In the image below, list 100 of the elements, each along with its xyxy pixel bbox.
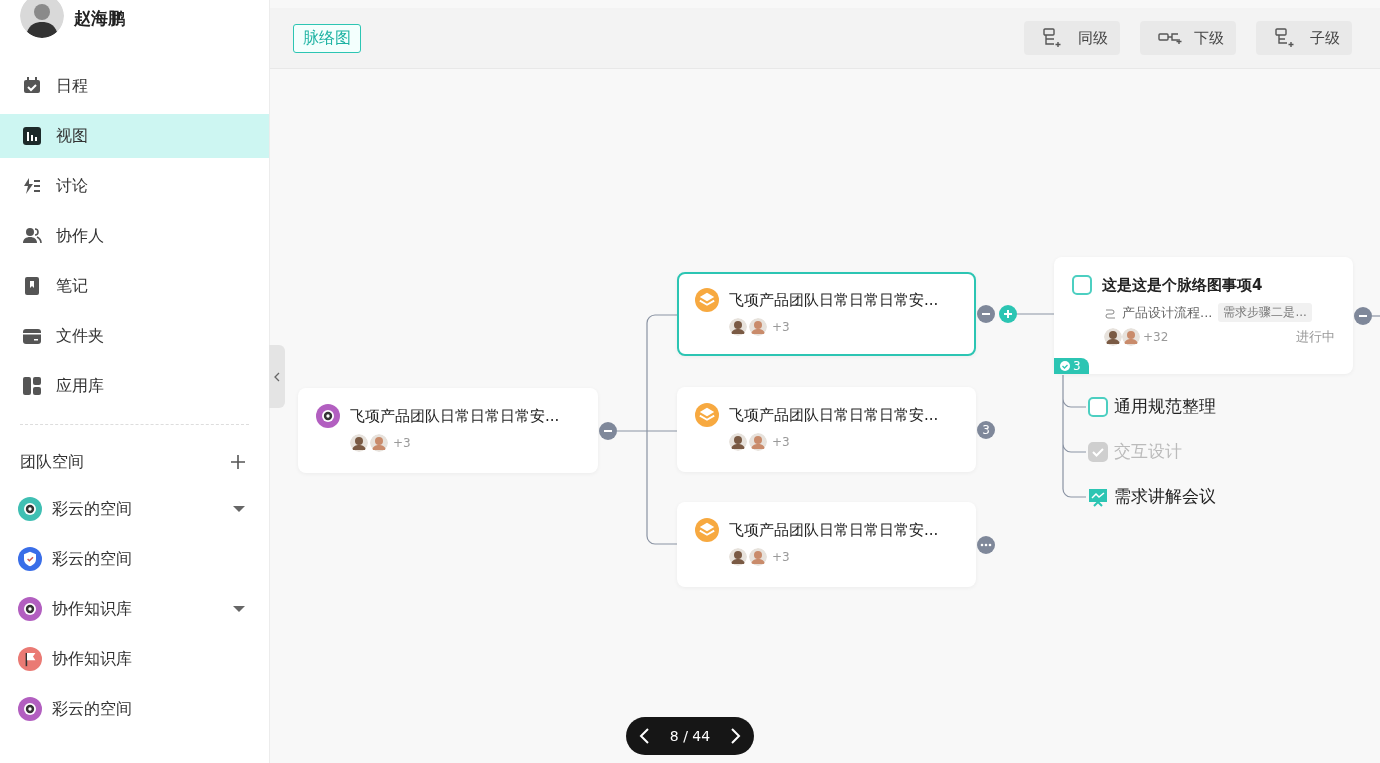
nav-item[interactable]: 笔记 bbox=[0, 264, 269, 308]
page-indicator: 8 / 44 bbox=[669, 728, 711, 744]
nav-item[interactable]: 日程 bbox=[0, 64, 269, 108]
folder-icon bbox=[22, 326, 42, 346]
subtask-label: 通用规范整理 bbox=[1114, 395, 1216, 418]
target-icon bbox=[18, 597, 42, 621]
calendar-icon bbox=[22, 76, 42, 96]
target-icon bbox=[316, 404, 340, 428]
avatar-icon bbox=[1104, 328, 1122, 346]
member-count: +3 bbox=[772, 435, 790, 449]
task-title: 这是这是个脉络图事项4 bbox=[1102, 275, 1263, 295]
member-count: +32 bbox=[1143, 330, 1169, 344]
check-circle-icon bbox=[1060, 361, 1070, 371]
avatar-icon bbox=[20, 0, 64, 38]
avatar-icon bbox=[749, 433, 767, 451]
nav-item[interactable]: 协作人 bbox=[0, 214, 269, 258]
flag-icon bbox=[18, 647, 42, 671]
nav-label: 应用库 bbox=[56, 375, 104, 397]
avatar-icon bbox=[729, 318, 747, 336]
add-icon[interactable] bbox=[999, 305, 1017, 323]
people-icon bbox=[22, 226, 42, 246]
toolbar-button[interactable]: 子级 bbox=[1256, 21, 1352, 55]
avatar-icon bbox=[729, 548, 747, 566]
task-status: 进行中 bbox=[1296, 328, 1335, 346]
nav-label: 笔记 bbox=[56, 275, 88, 297]
target-icon bbox=[18, 697, 42, 721]
connector-line bbox=[1015, 313, 1055, 315]
node-title: 飞项产品团队日常日常日常安... bbox=[729, 405, 939, 425]
check-icon bbox=[1092, 446, 1104, 457]
subtask-label: 需求讲解会议 bbox=[1114, 485, 1216, 508]
connector-line bbox=[1371, 315, 1380, 317]
avatar-icon bbox=[1122, 328, 1140, 346]
toolbar-button[interactable]: 同级 bbox=[1024, 21, 1120, 55]
node-card[interactable]: 飞项产品团队日常日常日常安... +3 bbox=[677, 502, 976, 587]
collapse-icon[interactable] bbox=[1354, 307, 1372, 325]
layers-icon bbox=[695, 288, 719, 312]
flow-icon bbox=[1104, 306, 1116, 319]
space-name: 协作知识库 bbox=[52, 648, 133, 670]
nav-item[interactable]: 讨论 bbox=[0, 164, 269, 208]
space-item[interactable]: 协作知识库 bbox=[0, 589, 269, 629]
avatar-icon bbox=[370, 434, 388, 452]
chevron-left-icon bbox=[274, 371, 280, 382]
avatar-icon bbox=[749, 548, 767, 566]
space-name: 彩云的空间 bbox=[52, 498, 133, 520]
space-item[interactable]: 彩云的空间 bbox=[0, 539, 269, 579]
discuss-icon bbox=[22, 176, 42, 196]
bookmark-icon bbox=[22, 276, 42, 296]
space-name: 彩云的空间 bbox=[52, 698, 133, 720]
checkbox[interactable] bbox=[1088, 396, 1108, 417]
member-count: +3 bbox=[393, 436, 411, 450]
checkbox[interactable] bbox=[1072, 275, 1092, 295]
add-icon[interactable] bbox=[231, 455, 245, 469]
task-path: 产品设计流程... bbox=[1122, 303, 1213, 322]
target-icon bbox=[18, 497, 42, 521]
node-card[interactable]: 飞项产品团队日常日常日常安... +3 bbox=[677, 272, 976, 356]
view-tag: 脉络图 bbox=[293, 23, 361, 53]
presentation-icon bbox=[1088, 486, 1108, 507]
caret-icon[interactable] bbox=[233, 505, 245, 513]
chart-icon bbox=[22, 126, 42, 146]
space-item[interactable]: 彩云的空间 bbox=[0, 689, 269, 729]
node-title: 飞项产品团队日常日常日常安... bbox=[350, 406, 560, 426]
apps-icon bbox=[22, 376, 42, 396]
space-item[interactable]: 彩云的空间 bbox=[0, 489, 269, 529]
collapse-icon[interactable] bbox=[977, 305, 995, 323]
node-title: 飞项产品团队日常日常日常安... bbox=[729, 520, 939, 540]
nav-label: 视图 bbox=[56, 125, 88, 147]
nav-item[interactable]: 应用库 bbox=[0, 364, 269, 408]
nav-label: 协作人 bbox=[56, 225, 104, 247]
subtask-label: 交互设计 bbox=[1114, 440, 1182, 463]
collapse-handle[interactable] bbox=[269, 345, 285, 408]
nav-label: 日程 bbox=[56, 75, 88, 97]
nav-item[interactable]: 文件夹 bbox=[0, 314, 269, 358]
toolbar-button[interactable]: 下级 bbox=[1140, 21, 1236, 55]
node-card[interactable]: 飞项产品团队日常日常日常安... +3 bbox=[298, 388, 598, 473]
task-tag: 需求步骤二是... bbox=[1218, 303, 1312, 322]
subtask-badge: 3 bbox=[1054, 358, 1089, 374]
node-title: 飞项产品团队日常日常日常安... bbox=[729, 290, 939, 310]
child-count[interactable]: 3 bbox=[977, 420, 995, 439]
caret-icon[interactable] bbox=[233, 605, 245, 613]
space-name: 协作知识库 bbox=[52, 598, 133, 620]
member-count: +3 bbox=[772, 320, 790, 334]
user-name: 赵海鹏 bbox=[74, 6, 125, 30]
nav-label: 文件夹 bbox=[56, 325, 104, 347]
avatar-icon bbox=[749, 318, 767, 336]
avatar-icon bbox=[729, 433, 747, 451]
nav-item[interactable]: 视图 bbox=[0, 114, 269, 158]
collapse-icon[interactable] bbox=[599, 421, 617, 440]
layers-icon bbox=[695, 518, 719, 542]
nav-label: 讨论 bbox=[56, 175, 88, 197]
member-count: +3 bbox=[772, 550, 790, 564]
avatar-icon bbox=[350, 434, 368, 452]
space-item[interactable]: 协作知识库 bbox=[0, 639, 269, 679]
section-title: 团队空间 bbox=[20, 451, 84, 473]
more-icon[interactable] bbox=[977, 535, 995, 554]
shield-icon bbox=[18, 547, 42, 571]
task-card[interactable]: 这是这是个脉络图事项4 产品设计流程... 需求步骤二是... +32 进行中 3 bbox=[1054, 257, 1353, 374]
node-card[interactable]: 飞项产品团队日常日常日常安... +3 bbox=[677, 387, 976, 472]
space-name: 彩云的空间 bbox=[52, 548, 133, 570]
layers-icon bbox=[695, 403, 719, 427]
checkbox[interactable] bbox=[1088, 441, 1108, 462]
